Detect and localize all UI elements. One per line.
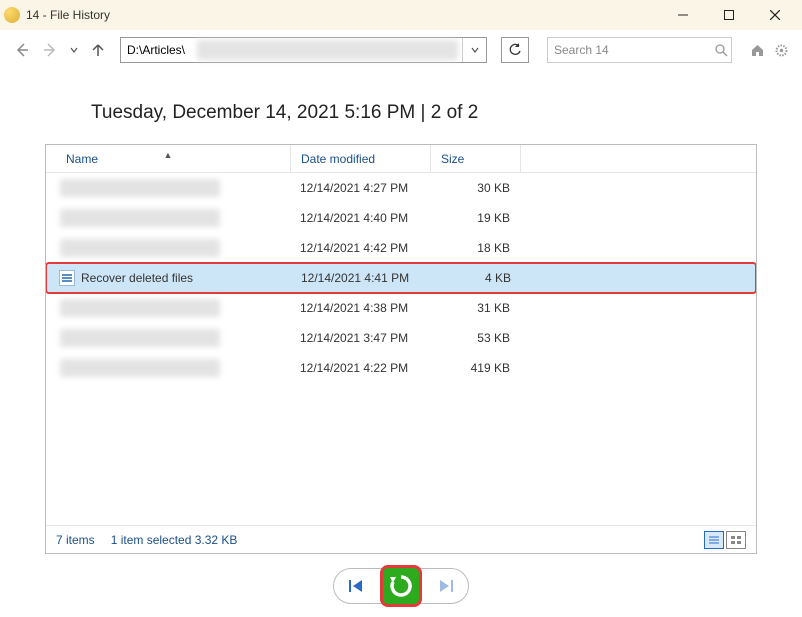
address-dropdown[interactable] [462, 38, 486, 62]
app-icon [4, 7, 20, 23]
column-size[interactable]: Size [430, 145, 520, 172]
table-row[interactable]: 12/14/2021 4:22 PM419 KB [46, 353, 756, 383]
file-date: 12/14/2021 4:40 PM [290, 211, 430, 225]
file-size: 419 KB [430, 361, 520, 375]
chevron-down-icon [70, 46, 78, 54]
file-date: 12/14/2021 4:41 PM [291, 271, 431, 285]
gear-icon [774, 43, 789, 58]
home-icon [750, 43, 765, 58]
refresh-button[interactable] [501, 37, 529, 63]
minimize-button[interactable] [660, 0, 706, 30]
address-redacted [197, 40, 458, 60]
file-name-redacted [60, 209, 220, 227]
page-title: Tuesday, December 14, 2021 5:16 PM | 2 o… [91, 102, 757, 124]
restore-button[interactable] [380, 565, 422, 607]
file-size: 53 KB [430, 331, 520, 345]
restore-icon [388, 573, 414, 599]
arrow-up-icon [91, 43, 105, 57]
file-date: 12/14/2021 4:22 PM [290, 361, 430, 375]
back-button[interactable] [12, 40, 32, 60]
previous-icon [348, 579, 366, 593]
status-bar: 7 items 1 item selected 3.32 KB [46, 525, 756, 553]
next-icon [436, 579, 454, 593]
window-title: 14 - File History [26, 8, 660, 22]
maximize-icon [724, 10, 734, 20]
playback-controls [45, 568, 757, 604]
file-name-redacted [60, 299, 220, 317]
maximize-button[interactable] [706, 0, 752, 30]
column-headers: ▲ Name Date modified Size [46, 145, 756, 173]
column-name[interactable]: ▲ Name [46, 152, 290, 166]
up-button[interactable] [88, 40, 108, 60]
file-name-redacted [60, 179, 220, 197]
file-size: 4 KB [431, 271, 521, 285]
document-icon [59, 270, 75, 286]
status-selected: 1 item selected 3.32 KB [111, 533, 238, 547]
previous-version-button[interactable] [340, 572, 374, 600]
titlebar: 14 - File History [0, 0, 802, 30]
file-date: 12/14/2021 4:38 PM [290, 301, 430, 315]
table-row[interactable]: 12/14/2021 4:40 PM19 KB [46, 203, 756, 233]
details-view-button[interactable] [704, 531, 724, 549]
recent-button[interactable] [68, 40, 80, 60]
settings-button[interactable] [772, 41, 790, 59]
chevron-down-icon [471, 46, 479, 54]
column-date[interactable]: Date modified [290, 145, 430, 172]
table-row[interactable]: 12/14/2021 3:47 PM53 KB [46, 323, 756, 353]
file-date: 12/14/2021 3:47 PM [290, 331, 430, 345]
icons-view-button[interactable] [726, 531, 746, 549]
next-version-button[interactable] [428, 572, 462, 600]
file-name-redacted [60, 239, 220, 257]
table-row[interactable]: 12/14/2021 4:42 PM18 KB [46, 233, 756, 263]
search-input[interactable] [548, 38, 715, 62]
sort-asc-icon: ▲ [164, 150, 173, 160]
icons-view-icon [730, 535, 742, 545]
file-date: 12/14/2021 4:27 PM [290, 181, 430, 195]
search-icon [715, 44, 731, 57]
file-rows: 12/14/2021 4:27 PM30 KB12/14/2021 4:40 P… [46, 173, 756, 525]
file-date: 12/14/2021 4:42 PM [290, 241, 430, 255]
table-row[interactable]: Recover deleted files 12/14/2021 4:41 PM4… [46, 262, 756, 294]
arrow-left-icon [14, 42, 30, 58]
file-name-redacted [60, 359, 220, 377]
close-button[interactable] [752, 0, 798, 30]
file-list-pane: ▲ Name Date modified Size 12/14/2021 4:2… [45, 144, 757, 554]
file-size: 31 KB [430, 301, 520, 315]
table-row[interactable]: 12/14/2021 4:38 PM31 KB [46, 293, 756, 323]
minimize-icon [678, 10, 688, 20]
status-item-count: 7 items [56, 533, 95, 547]
home-button[interactable] [748, 41, 766, 59]
nav-toolbar [0, 30, 802, 70]
file-name: Recover deleted files [81, 271, 193, 285]
forward-button[interactable] [40, 40, 60, 60]
refresh-icon [508, 43, 522, 57]
table-row[interactable]: 12/14/2021 4:27 PM30 KB [46, 173, 756, 203]
close-icon [770, 10, 780, 20]
right-icons [748, 41, 790, 59]
file-size: 18 KB [430, 241, 520, 255]
file-size: 30 KB [430, 181, 520, 195]
file-name-redacted [60, 329, 220, 347]
details-view-icon [708, 535, 720, 545]
arrow-right-icon [42, 42, 58, 58]
address-bar[interactable] [120, 37, 487, 63]
search-box[interactable] [547, 37, 732, 63]
column-rest [520, 145, 756, 172]
file-size: 19 KB [430, 211, 520, 225]
